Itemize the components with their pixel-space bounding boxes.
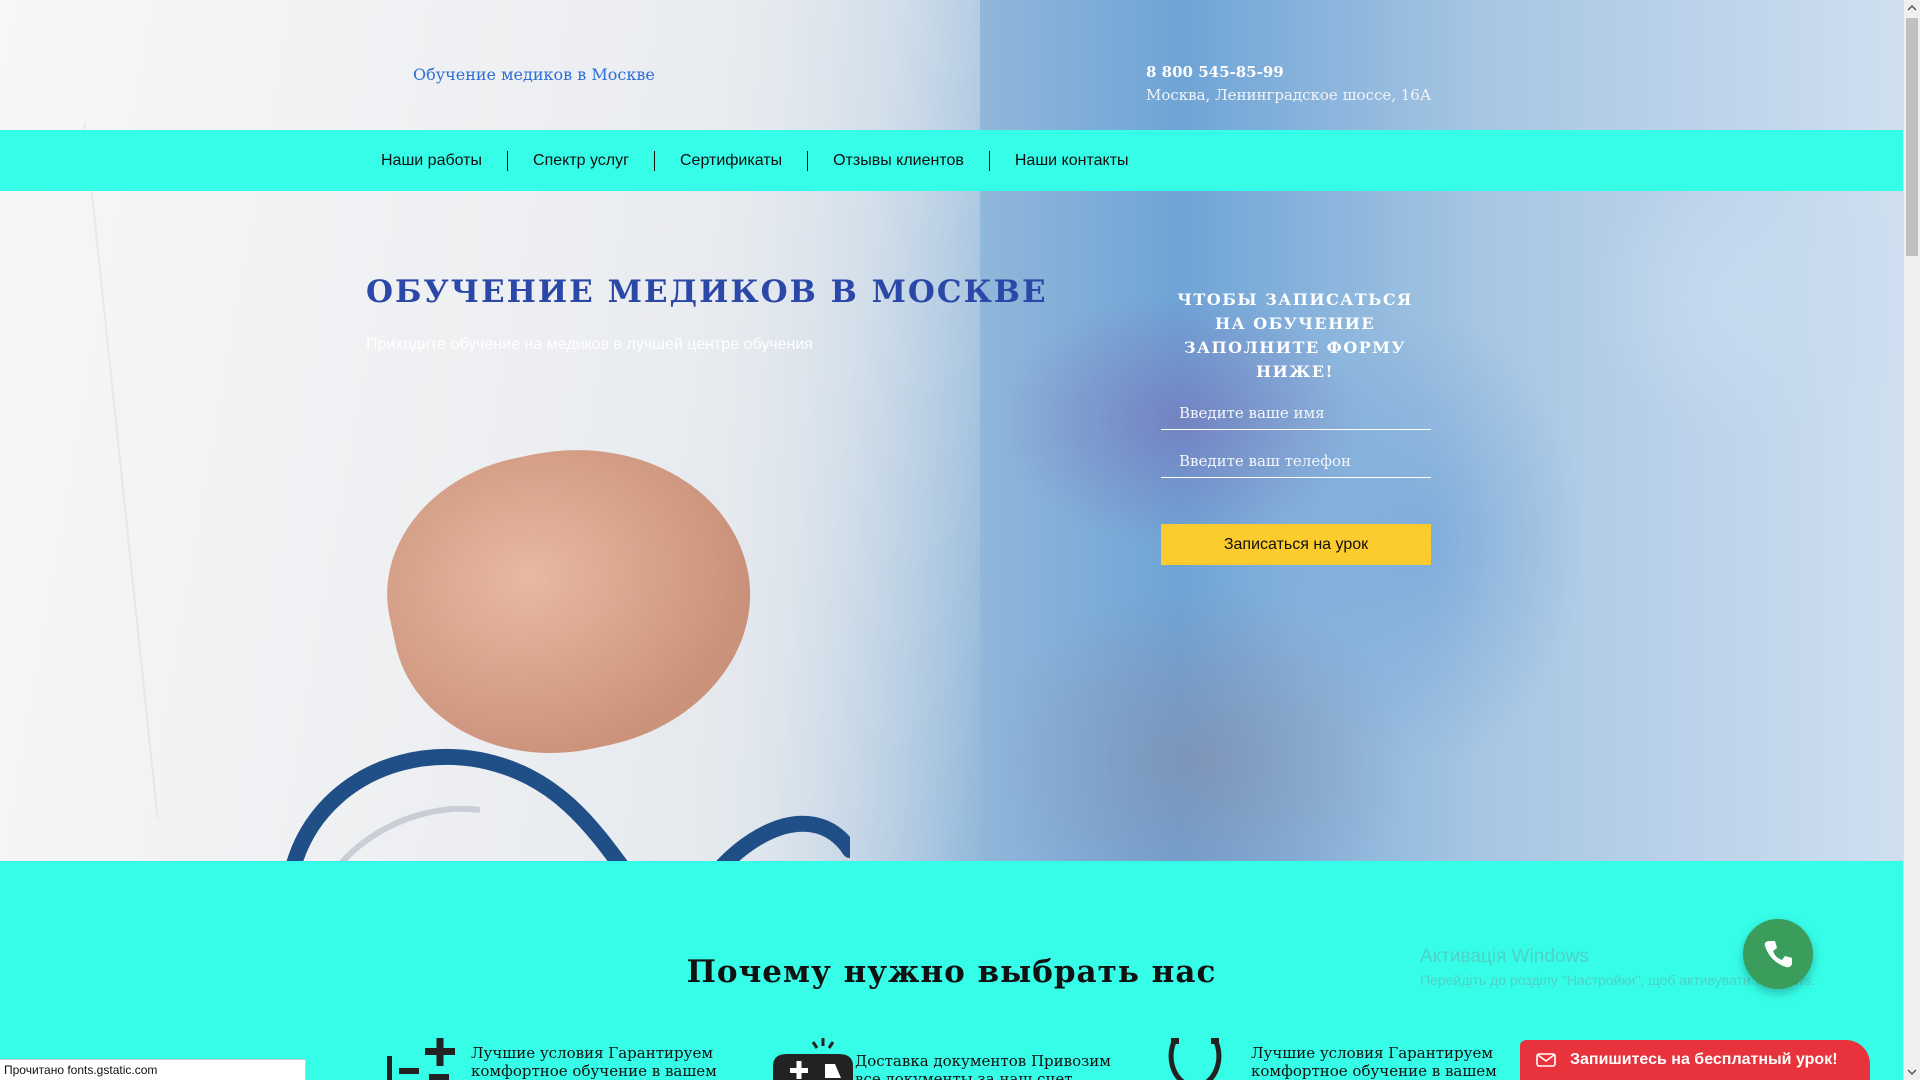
call-button[interactable] bbox=[1743, 919, 1813, 989]
main-nav: Наши работы Спектр услуг Сертификаты Отз… bbox=[0, 130, 1903, 191]
nav-item-certificates[interactable]: Сертификаты bbox=[653, 150, 807, 171]
feature-item: Доставка документов Привозим все докумен… bbox=[773, 1038, 1125, 1080]
scroll-up-arrow-icon[interactable] bbox=[1904, 0, 1920, 16]
name-input[interactable] bbox=[1161, 396, 1431, 430]
feature-item: Лучшие условия Гарантируем комфортное об… bbox=[1165, 1038, 1501, 1080]
nav-item-works[interactable]: Наши работы bbox=[381, 151, 507, 171]
site-name[interactable]: Обучение медиков в Москве bbox=[413, 65, 655, 84]
scrollbar-thumb[interactable] bbox=[1906, 18, 1918, 256]
nav-items: Наши работы Спектр услуг Сертификаты Отз… bbox=[381, 130, 1154, 191]
header-address: Москва, Ленинградское шоссе, 16А bbox=[1146, 86, 1432, 104]
math-icon bbox=[385, 1038, 465, 1080]
nav-item-services[interactable]: Спектр услуг bbox=[507, 150, 654, 171]
feature-text: Лучшие условия Гарантируем комфортное об… bbox=[1251, 1044, 1497, 1080]
envelope-icon bbox=[1536, 1053, 1556, 1067]
stethoscope-icon bbox=[1165, 1038, 1245, 1080]
hero-title: ОБУЧЕНИЕ МЕДИКОВ В МОСКВЕ bbox=[366, 274, 1048, 310]
phone-input[interactable] bbox=[1161, 444, 1431, 478]
windows-activation-title: Активація Windows bbox=[1420, 946, 1589, 967]
promo-label: Запишитесь на бесплатный урок! bbox=[1570, 1051, 1838, 1068]
promo-button[interactable]: Запишитесь на бесплатный урок! bbox=[1520, 1040, 1870, 1080]
feature-text: Доставка документов Привозим все докумен… bbox=[855, 1052, 1111, 1080]
vertical-scrollbar[interactable] bbox=[1903, 0, 1920, 1080]
nav-item-reviews[interactable]: Отзывы клиентов bbox=[807, 150, 989, 171]
signup-button[interactable]: Записаться на урок bbox=[1161, 524, 1431, 565]
browser-status-bar: Прочитано fonts.gstatic.com bbox=[0, 1059, 306, 1080]
scroll-down-arrow-icon[interactable] bbox=[1904, 1064, 1920, 1080]
header-phone[interactable]: 8 800 545-85-99 bbox=[1146, 63, 1284, 81]
doctor-bag-icon bbox=[773, 1038, 853, 1080]
phone-icon bbox=[1764, 941, 1792, 968]
hero-subtitle: Приходите обучение на медиков в лучшей ц… bbox=[366, 336, 813, 353]
feature-item: Лучшие условия Гарантируем комфортное об… bbox=[385, 1038, 731, 1080]
page: Обучение медиков в Москве 8 800 545-85-9… bbox=[0, 0, 1903, 1080]
nav-item-contacts[interactable]: Наши контакты bbox=[988, 150, 1154, 171]
form-title: Чтобы записаться на обучение заполните ф… bbox=[1177, 290, 1413, 381]
feature-text: Лучшие условия Гарантируем комфортное об… bbox=[471, 1044, 717, 1080]
